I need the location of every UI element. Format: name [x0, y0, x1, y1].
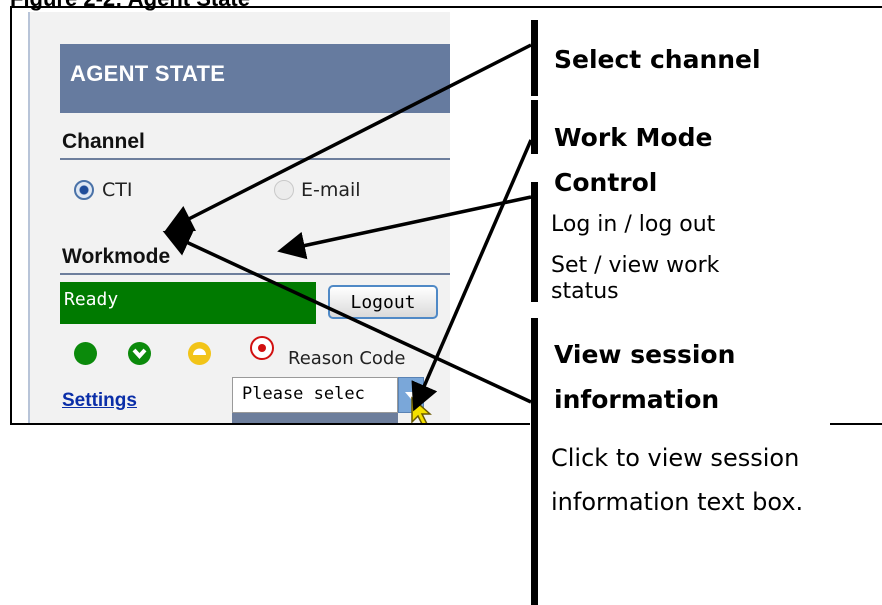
arrow-session-info: [162, 230, 532, 404]
callout-arrows: [162, 43, 533, 412]
arrow-select-channel: [164, 43, 532, 232]
arrow-workmode-dropdown: [411, 139, 533, 412]
